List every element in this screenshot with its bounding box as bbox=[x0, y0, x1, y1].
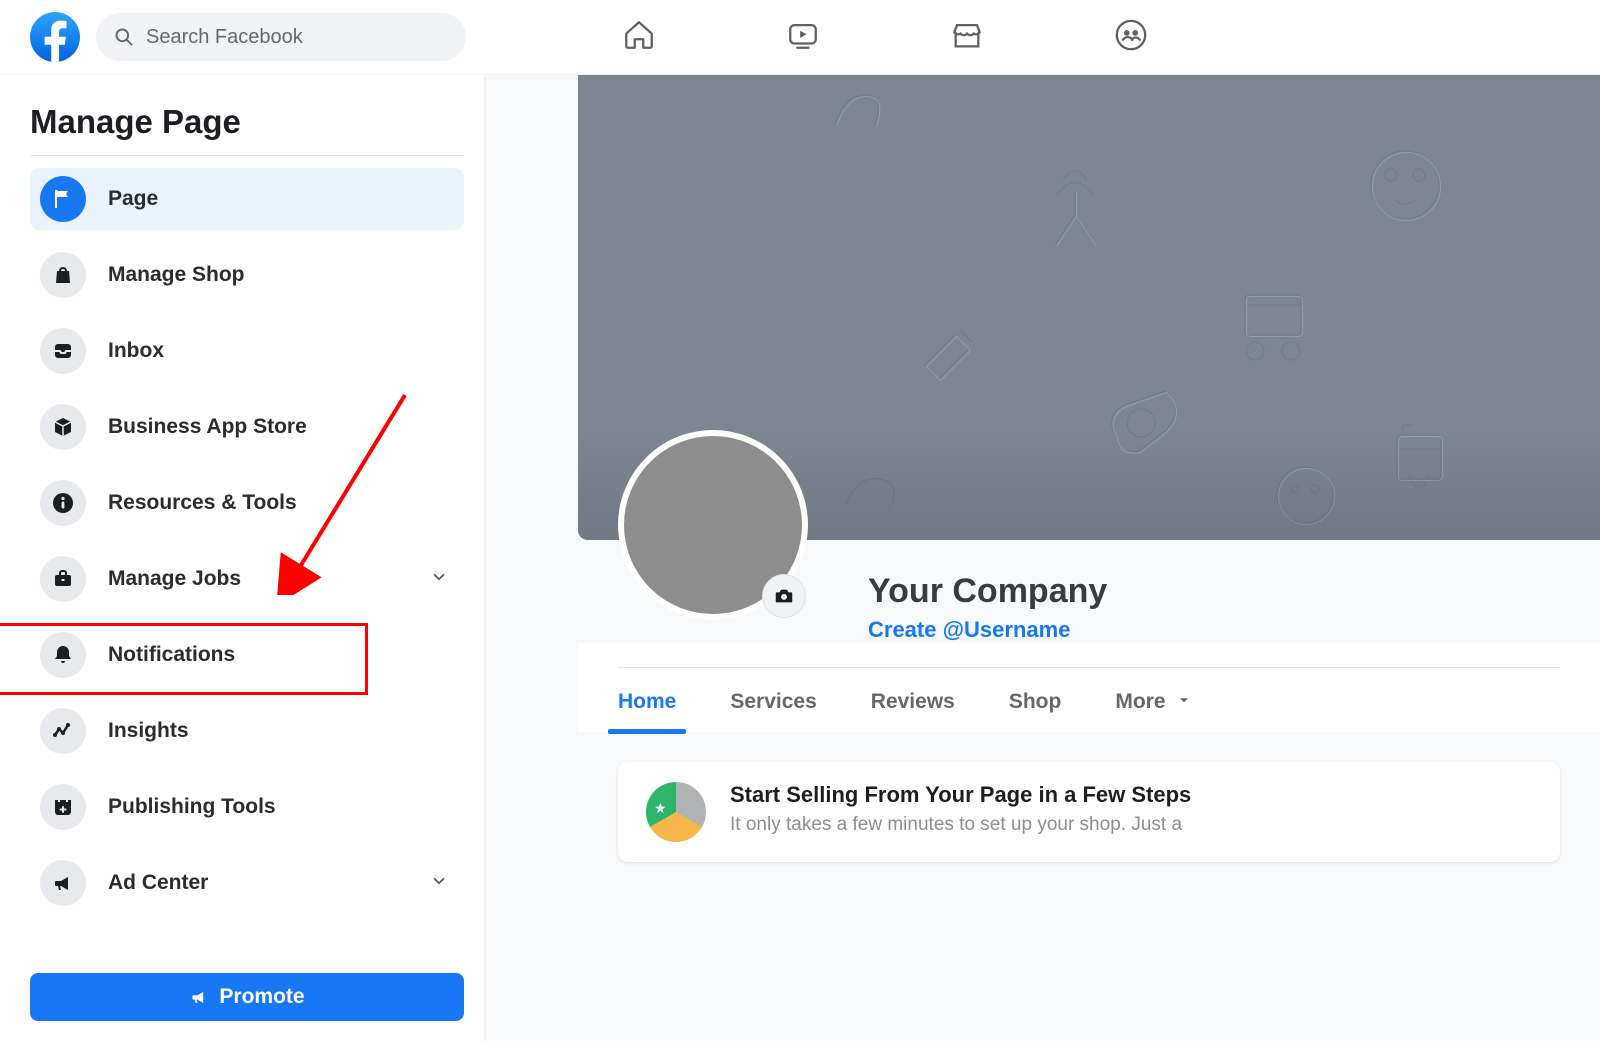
facebook-f-icon bbox=[39, 16, 71, 62]
page-body: Manage Page Page Manage Shop Inbox bbox=[0, 75, 1600, 1041]
tab-shop[interactable]: Shop bbox=[1009, 690, 1062, 732]
chevron-down-icon bbox=[430, 872, 448, 895]
nav-groups[interactable] bbox=[1114, 18, 1148, 57]
tab-label: Shop bbox=[1009, 690, 1062, 713]
top-nav bbox=[482, 18, 1570, 57]
sidebar-item-label: Ad Center bbox=[108, 871, 208, 895]
nav-home[interactable] bbox=[622, 18, 656, 57]
caret-down-icon bbox=[1177, 693, 1191, 707]
sidebar-item-label: Inbox bbox=[108, 339, 164, 363]
sidebar-item-notifications[interactable]: Notifications bbox=[30, 624, 464, 686]
tab-services[interactable]: Services bbox=[730, 690, 816, 732]
tab-home[interactable]: Home bbox=[618, 690, 676, 732]
sidebar-item-resources-tools[interactable]: Resources & Tools bbox=[30, 472, 464, 534]
sidebar-item-label: Business App Store bbox=[108, 415, 307, 439]
cube-icon bbox=[40, 404, 86, 450]
create-username-link[interactable]: Create @Username bbox=[868, 617, 1070, 643]
briefcase-icon bbox=[40, 556, 86, 602]
page-tabs: Home Services Reviews Shop More bbox=[578, 643, 1600, 732]
bell-icon bbox=[40, 632, 86, 678]
bag-icon bbox=[40, 252, 86, 298]
sidebar-item-business-app-store[interactable]: Business App Store bbox=[30, 396, 464, 458]
activity-icon bbox=[40, 708, 86, 754]
update-photo-button[interactable] bbox=[762, 574, 806, 618]
main-content: Your Company Create @Username Home Servi… bbox=[486, 75, 1600, 1041]
sidebar-item-label: Notifications bbox=[108, 643, 235, 667]
card-subtitle: It only takes a few minutes to set up yo… bbox=[730, 814, 1191, 836]
sidebar-item-label: Publishing Tools bbox=[108, 795, 276, 819]
marketplace-icon bbox=[950, 18, 984, 52]
divider bbox=[30, 155, 464, 156]
sidebar-item-publishing-tools[interactable]: Publishing Tools bbox=[30, 776, 464, 838]
camera-icon bbox=[773, 585, 795, 607]
sidebar-item-label: Resources & Tools bbox=[108, 491, 297, 515]
sidebar-menu: Page Manage Shop Inbox Business App Stor… bbox=[30, 168, 464, 955]
sidebar-item-label: Manage Jobs bbox=[108, 567, 241, 591]
search-icon bbox=[114, 27, 134, 47]
watch-icon bbox=[786, 18, 820, 52]
sidebar-item-label: Manage Shop bbox=[108, 263, 245, 287]
start-selling-card[interactable]: Start Selling From Your Page in a Few St… bbox=[618, 762, 1560, 862]
nav-watch[interactable] bbox=[786, 18, 820, 57]
tab-more[interactable]: More bbox=[1115, 690, 1191, 732]
profile-picture-wrap bbox=[618, 430, 808, 620]
nav-marketplace[interactable] bbox=[950, 18, 984, 57]
sidebar: Manage Page Page Manage Shop Inbox bbox=[0, 75, 486, 1041]
tab-label: Home bbox=[618, 690, 676, 713]
shop-badge-icon bbox=[646, 782, 706, 842]
tab-reviews[interactable]: Reviews bbox=[871, 690, 955, 732]
search-placeholder: Search Facebook bbox=[146, 26, 303, 49]
top-bar: Search Facebook bbox=[0, 0, 1600, 75]
sidebar-item-manage-jobs[interactable]: Manage Jobs bbox=[30, 548, 464, 610]
sidebar-item-insights[interactable]: Insights bbox=[30, 700, 464, 762]
home-icon bbox=[622, 18, 656, 52]
tray-icon bbox=[40, 328, 86, 374]
search-input[interactable]: Search Facebook bbox=[96, 13, 466, 61]
facebook-logo[interactable] bbox=[30, 12, 80, 62]
tab-label: More bbox=[1115, 690, 1165, 713]
sidebar-item-ad-center[interactable]: Ad Center bbox=[30, 852, 464, 914]
profile-header: Your Company Create @Username bbox=[578, 540, 1600, 643]
sidebar-item-manage-shop[interactable]: Manage Shop bbox=[30, 244, 464, 306]
chevron-down-icon bbox=[430, 568, 448, 591]
flag-icon bbox=[40, 176, 86, 222]
bullhorn-icon bbox=[189, 987, 209, 1007]
page-title: Your Company bbox=[868, 572, 1560, 611]
tab-label: Services bbox=[730, 690, 816, 713]
calendar-plus-icon bbox=[40, 784, 86, 830]
sidebar-item-inbox[interactable]: Inbox bbox=[30, 320, 464, 382]
sidebar-title: Manage Page bbox=[30, 103, 464, 141]
info-icon bbox=[40, 480, 86, 526]
sidebar-item-label: Page bbox=[108, 187, 158, 211]
sidebar-item-page[interactable]: Page bbox=[30, 168, 464, 230]
tab-label: Reviews bbox=[871, 690, 955, 713]
promote-button[interactable]: Promote bbox=[30, 973, 464, 1021]
groups-icon bbox=[1114, 18, 1148, 52]
bullhorn-icon bbox=[40, 860, 86, 906]
card-title: Start Selling From Your Page in a Few St… bbox=[730, 782, 1191, 808]
sidebar-item-label: Insights bbox=[108, 719, 189, 743]
promote-label: Promote bbox=[219, 985, 304, 1009]
